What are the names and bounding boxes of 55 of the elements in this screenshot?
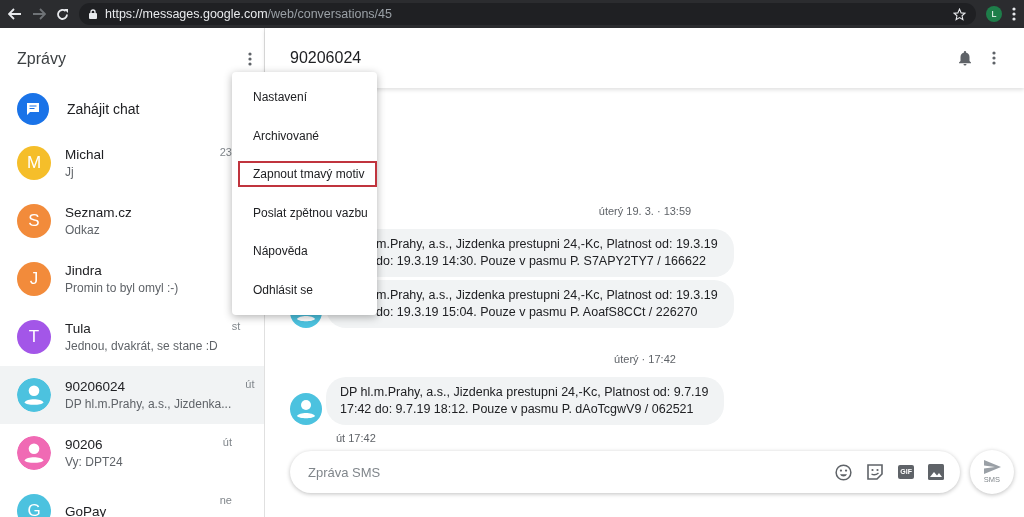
menu-item[interactable]: Odhlásit se [238,276,327,303]
contact-name: Tula [65,321,91,336]
reload-icon[interactable] [56,7,69,21]
bell-icon[interactable] [958,50,972,66]
send-icon [983,460,1001,474]
app-title: Zprávy [17,50,66,68]
message-bubble: DP hl.m.Prahy, a.s., Jizdenka prestupni 24,-Kc, Platnost od: 9.7.19 17:42 do: 9.7.19 18:12. Pouze v pasmu P. dAoTcgwV9 / 062521 [326,377,725,425]
date-separator: úterý · 17:42 [614,353,676,365]
menu-item[interactable]: Zapnout tmavý motiv [238,161,378,188]
menu-icon[interactable] [248,52,252,66]
menu-icon[interactable] [1012,7,1016,21]
back-icon[interactable] [8,8,22,20]
profile-avatar[interactable]: L [986,6,1002,22]
conversation-time: út [222,436,232,448]
lock-icon [89,9,97,19]
emoji-icon[interactable] [835,463,853,481]
message-preview: Jj [65,165,74,179]
conversation-item[interactable]: 90206 Vy: DPT24 út [0,424,264,482]
conversation-time: út [245,378,255,390]
chat-icon [17,93,49,125]
message-preview: DP hl.m.Prahy, a.s., Jizdenka... [65,397,232,411]
address-bar[interactable]: https://messages.google.com/web/conversations/45 [79,3,976,25]
image-icon[interactable] [928,464,944,480]
message-preview: Jednou, dvakrát, se stane :D [65,339,218,353]
conversation-item[interactable]: T Tula Jednou, dvakrát, se stane :D st [0,308,264,366]
contact-name: Seznam.cz [65,205,132,220]
more-options-icon[interactable] [992,51,996,65]
forward-icon[interactable] [32,8,46,20]
message-preview: Odkaz [65,223,100,237]
menu-item[interactable]: Poslat zpětnou vazbu [238,199,381,226]
message-time: út 17:42 [336,432,376,444]
contact-name: Michal [65,147,104,162]
conversation-time: st [231,320,241,332]
url-text: https://messages.google.com/web/conversations/45 [105,7,392,21]
message-preview: Promin to byl omyl :-) [65,281,179,295]
avatar: G [17,494,51,517]
sticker-icon[interactable] [866,463,885,481]
message-preview: Vy: DPT24 [65,455,123,469]
menu-item[interactable]: Archivované [238,122,333,149]
conversation-item[interactable]: 90206024 DP hl.m.Prahy, a.s., Jizdenka... út [0,366,264,424]
conversation-time: ne [219,494,232,506]
avatar: S [17,204,51,238]
star-icon[interactable] [953,7,966,21]
avatar: T [17,320,51,354]
avatar: M [17,146,51,180]
contact-name: Jindra [65,263,102,278]
menu-item[interactable]: Nastavení [238,84,321,111]
message-bubble: m.Prahy, a.s., Jizdenka prestupni 24,-Kc, Platnost od: 19.3.19 do: 19.3.19 15:04. Pouze v pasmu P. AoafS8CCt / 226270 [326,280,734,328]
conversation-time: 23 [219,146,232,158]
conversation-title: 90206024 [290,49,363,67]
contact-name: 90206024 [65,379,126,394]
menu-item[interactable]: Nápověda [238,238,321,265]
contact-name: 90206 [65,437,103,452]
avatar: J [17,262,51,296]
date-separator: úterý 19. 3. · 13:59 [598,205,692,217]
